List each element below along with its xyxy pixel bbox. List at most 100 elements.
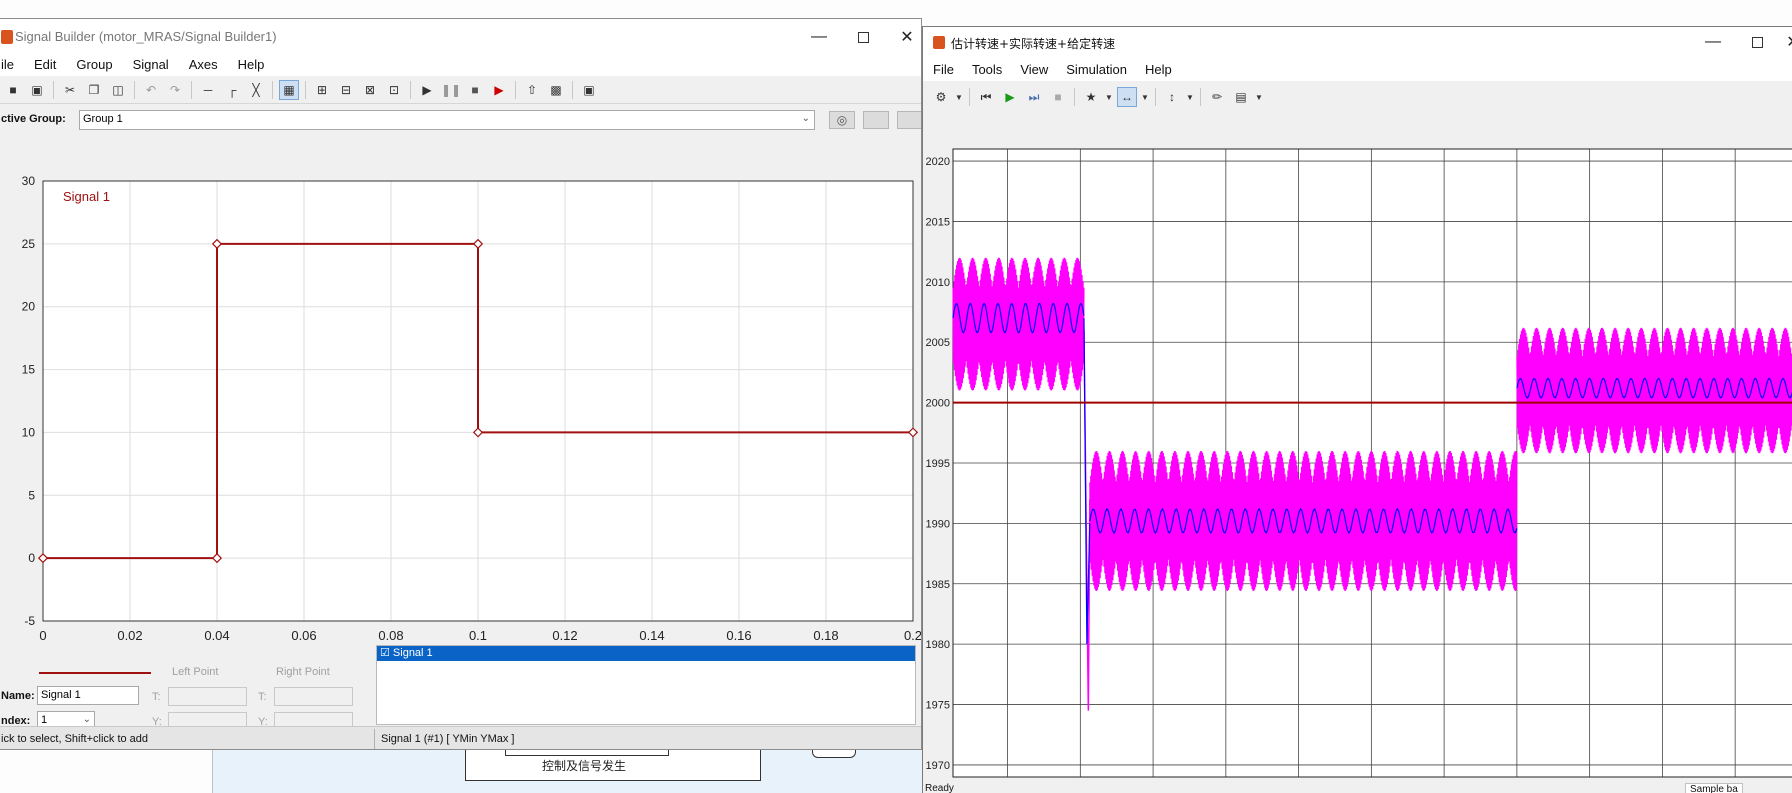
x-tick-label: 0.2 [904,628,922,643]
scope-menu-simulation[interactable]: Simulation [1066,62,1127,77]
help-icon[interactable]: ▣ [579,80,599,100]
close-button[interactable]: ✕ [885,19,921,55]
active-group-bar: ctive Group: Group 1 ⌄ ◎ [0,105,921,135]
cursor-measure-icon[interactable]: ▤ [1231,87,1251,107]
run-icon[interactable]: ▶ [1000,87,1020,107]
zoom-x-icon[interactable]: ⊞ [312,80,332,100]
scope-minimize-button[interactable]: — [1691,27,1735,57]
settings-gear-icon[interactable]: ⚙ [931,87,951,107]
x-tick-label: 0.04 [204,628,229,643]
signal-builder-axes[interactable]: 0 0.02 0.04 0.06 0.08 0.1 0.12 0.14 0.16 0.18 0.2 3… [0,135,922,665]
minimize-button[interactable]: — [797,19,841,55]
active-group-select[interactable]: Group 1 ⌄ [79,110,815,130]
scope-y-tick-label: 1980 [926,639,950,651]
scope-status-ready: Ready [925,783,954,793]
menu-group[interactable]: Group [76,57,112,72]
chevron-down-icon[interactable]: ▼ [1255,87,1263,107]
status-divider [374,729,375,749]
grid-icon[interactable]: ▦ [279,79,299,100]
scope-window: 估计转速+实际转速+给定转速 — ✕ File Tools View Simul… [922,26,1792,793]
scope-plot[interactable]: 0.030.040.050.060.070.080.090.10.110.120… [923,111,1792,781]
menu-edit[interactable]: Edit [34,57,56,72]
x-tick-label: 0.14 [639,628,664,643]
chevron-down-icon[interactable]: ▼ [1105,87,1113,107]
highlight-icon[interactable]: ★ [1081,87,1101,107]
scope-titlebar[interactable]: 估计转速+实际转速+给定转速 — ✕ [923,27,1792,57]
scope-menu-tools[interactable]: Tools [972,62,1002,77]
pause-icon[interactable]: ❚❚ [441,80,461,100]
x-tick-label: 0.06 [291,628,316,643]
y-tick-label: 15 [22,363,36,377]
toolbar-separator [134,80,135,99]
toolbar-separator [969,88,970,106]
step-back-icon[interactable]: ⏮ [976,87,996,107]
y-tick-label: 20 [22,300,36,314]
fit-icon[interactable]: ⊡ [384,80,404,100]
toolbar-separator [1200,88,1201,106]
app-icon [1,30,13,44]
step-forward-icon[interactable]: ⏭ [1024,87,1044,107]
y-tick-label: 30 [22,174,36,188]
redo-icon[interactable]: ↷ [165,80,185,100]
name-field[interactable]: Signal 1 [37,686,139,705]
zoom-icon[interactable]: ↔ [1117,87,1137,107]
save-icon[interactable]: ▣ [27,80,47,100]
play-icon[interactable]: ▶ [417,80,437,100]
menu-axes[interactable]: Axes [189,57,218,72]
status-signal-info: Signal 1 (#1) [ YMin YMax ] [381,733,515,745]
group-options-icon[interactable]: ◎ [829,111,855,129]
menu-help[interactable]: Help [238,57,265,72]
chevron-down-icon[interactable]: ▼ [955,87,963,107]
scope-menu-view[interactable]: View [1020,62,1048,77]
requirements-icon[interactable]: ▩ [546,80,566,100]
cut-icon[interactable]: ✂ [60,80,80,100]
maximize-button[interactable] [841,19,885,55]
toolbar-separator [305,80,306,99]
signal-list[interactable]: ☑ Signal 1 [376,645,916,725]
x-tick-label: 0 [39,628,46,643]
copy-icon[interactable]: ❐ [84,80,104,100]
x-tick-label: 0.08 [378,628,403,643]
scope-close-button[interactable]: ✕ [1771,27,1792,57]
scope-menu-file[interactable]: File [933,62,954,77]
index-value: 1 [41,714,48,726]
scope-y-tick-label: 2015 [926,216,950,228]
stop-icon[interactable]: ■ [465,80,485,100]
add-point-icon[interactable]: ─ [198,80,218,100]
scope-y-tick-label: 1985 [926,579,950,591]
group-copy-icon[interactable] [863,111,889,129]
scope-y-tick-label: 1970 [926,760,950,772]
scope-menu-help[interactable]: Help [1145,62,1172,77]
chevron-down-icon[interactable]: ▼ [1186,87,1194,107]
open-icon[interactable]: ■ [3,80,23,100]
scope-y-tick-label: 2000 [926,398,950,410]
left-t-field[interactable] [168,687,247,706]
scope-menubar: File Tools View Simulation Help [923,57,1792,81]
step-up-icon[interactable]: ┌ [222,80,242,100]
toolbar-separator [272,80,273,99]
signal-list-item[interactable]: ☑ Signal 1 [377,646,915,661]
y-tick-label: 25 [22,237,36,251]
menu-signal[interactable]: Signal [133,57,169,72]
scale-axes-icon[interactable]: ↕ [1162,87,1182,107]
group-delete-icon[interactable] [897,111,921,129]
chevron-down-icon[interactable]: ▼ [1141,87,1149,107]
menu-file[interactable]: ile [1,57,14,72]
run-all-icon[interactable]: ▶ [489,80,509,100]
stop-icon[interactable]: ■ [1048,87,1068,107]
maximize-icon [857,31,869,43]
signal-builder-titlebar[interactable]: Signal Builder (motor_MRAS/Signal Builde… [0,19,921,55]
style-icon[interactable]: ✏ [1207,87,1227,107]
zoom-xy-icon[interactable]: ⊠ [360,80,380,100]
up-arrow-icon[interactable]: ⇧ [522,80,542,100]
zoom-y-icon[interactable]: ⊟ [336,80,356,100]
toolbar-separator [1155,88,1156,106]
paste-icon[interactable]: ◫ [108,80,128,100]
toolbar-separator [410,80,411,99]
undo-icon[interactable]: ↶ [141,80,161,100]
y-tick-label: 10 [22,425,36,439]
x-tick-label: 0.18 [813,628,838,643]
pulse-icon[interactable]: ╳ [246,80,266,100]
chevron-down-icon: ⌄ [82,714,91,725]
right-t-field[interactable] [274,687,353,706]
